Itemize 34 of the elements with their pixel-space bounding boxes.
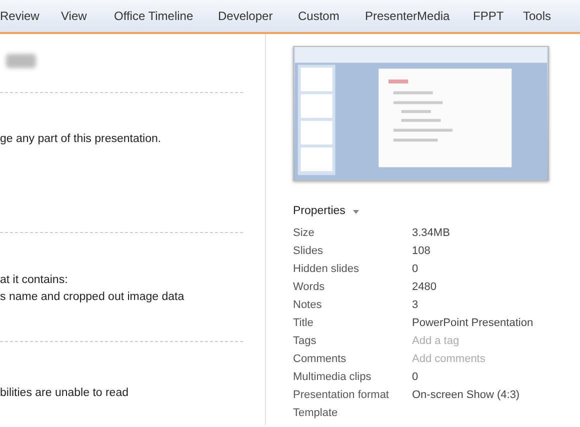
ribbon-tab[interactable]: FPPT: [473, 7, 523, 25]
ribbon-tab[interactable]: Office Timeline: [114, 7, 218, 25]
property-label: Template: [293, 406, 339, 422]
ribbon-tab[interactable]: Review: [0, 7, 61, 25]
property-value: 108: [412, 244, 430, 260]
property-label: Slides: [293, 244, 324, 260]
property-value: 2480: [412, 280, 436, 296]
info-text: at it contains:: [0, 273, 69, 288]
property-label: Notes: [293, 298, 323, 314]
ribbon-tab[interactable]: Custom: [298, 7, 365, 25]
property-label: Words: [293, 280, 326, 296]
property-label: Size: [293, 226, 316, 242]
property-label: Comments: [293, 352, 348, 368]
property-value: 0: [412, 262, 418, 278]
property-value: 3.34MB: [412, 226, 450, 242]
ribbon-tab[interactable]: View: [61, 7, 114, 25]
property-label: Hidden slides: [293, 262, 360, 278]
property-value: 3: [412, 298, 418, 314]
property-label: Multimedia clips: [293, 370, 372, 386]
info-text: ge any part of this presentation.: [0, 132, 162, 147]
property-label: Presentation format: [293, 388, 390, 404]
ribbon-tab[interactable]: Tools: [523, 7, 552, 25]
properties-dropdown[interactable]: Properties: [293, 203, 360, 220]
property-label: Tags: [293, 334, 318, 350]
property-value: 0: [412, 370, 418, 386]
info-text: s name and cropped out image data: [0, 290, 186, 305]
property-label: Title: [293, 316, 314, 332]
blurred-title: [6, 54, 36, 68]
caret-icon: [353, 210, 360, 214]
property-value: PowerPoint Presentation: [412, 316, 534, 332]
ribbon-tab[interactable]: Developer: [218, 7, 298, 25]
info-text: bilities are unable to read: [0, 386, 130, 401]
property-value: On-screen Show (4:3): [412, 388, 520, 404]
ribbon-tab[interactable]: PresenterMedia: [365, 7, 473, 25]
